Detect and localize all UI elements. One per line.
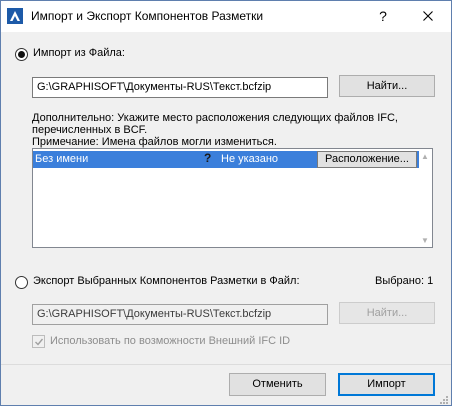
footer-divider	[1, 364, 451, 365]
archicad-logo-icon	[7, 8, 23, 24]
scroll-down-icon[interactable]: ▼	[421, 236, 429, 245]
window-title: Импорт и Экспорт Компонентов Разметки	[31, 9, 264, 23]
resize-grip-icon[interactable]	[439, 395, 449, 405]
question-mark-icon: ?	[204, 151, 212, 165]
list-item[interactable]: Без имени ? Не указано Расположение...	[33, 151, 419, 168]
import-browse-button[interactable]: Найти...	[339, 75, 435, 97]
list-scrollbar[interactable]: ▲ ▼	[419, 149, 432, 247]
file-name: Без имени	[35, 153, 89, 165]
import-path-field[interactable]: G:\GRAPHISOFT\Документы-RUS\Текст.bcfzip	[32, 77, 328, 98]
close-icon	[423, 11, 433, 21]
close-button[interactable]	[413, 3, 443, 29]
location-button[interactable]: Расположение...	[317, 151, 417, 168]
description-line-3: Примечание: Имена файлов могли изменитьс…	[32, 136, 277, 148]
description-line-1: Дополнительно: Укажите место расположени…	[32, 112, 398, 124]
external-ifc-id-checkbox[interactable]	[32, 335, 45, 348]
import-description: Дополнительно: Укажите место расположени…	[32, 112, 432, 148]
import-radio-label[interactable]: Импорт из Файла:	[33, 47, 125, 59]
export-radio[interactable]	[15, 276, 28, 289]
export-radio-label[interactable]: Экспорт Выбранных Компонентов Разметки в…	[33, 275, 300, 287]
dialog-window: Импорт и Экспорт Компонентов Разметки ? …	[0, 0, 452, 406]
ifc-files-list[interactable]: Без имени ? Не указано Расположение... ▲…	[32, 148, 433, 248]
export-path-field[interactable]: G:\GRAPHISOFT\Документы-RUS\Текст.bcfzip	[32, 304, 328, 325]
cancel-button[interactable]: Отменить	[229, 373, 326, 396]
export-browse-button[interactable]: Найти...	[339, 302, 435, 324]
external-ifc-id-label[interactable]: Использовать по возможности Внешний IFC …	[50, 335, 290, 347]
file-status: Не указано	[221, 153, 279, 165]
title-bar[interactable]: Импорт и Экспорт Компонентов Разметки ?	[1, 1, 451, 32]
import-radio[interactable]	[15, 48, 28, 61]
scroll-up-icon[interactable]: ▲	[421, 152, 429, 161]
checkmark-icon	[35, 338, 44, 346]
import-button[interactable]: Импорт	[338, 373, 435, 396]
selected-count: Выбрано: 1	[375, 275, 434, 287]
description-line-2: перечисленных в BCF.	[32, 124, 148, 136]
help-button[interactable]: ?	[370, 3, 396, 29]
